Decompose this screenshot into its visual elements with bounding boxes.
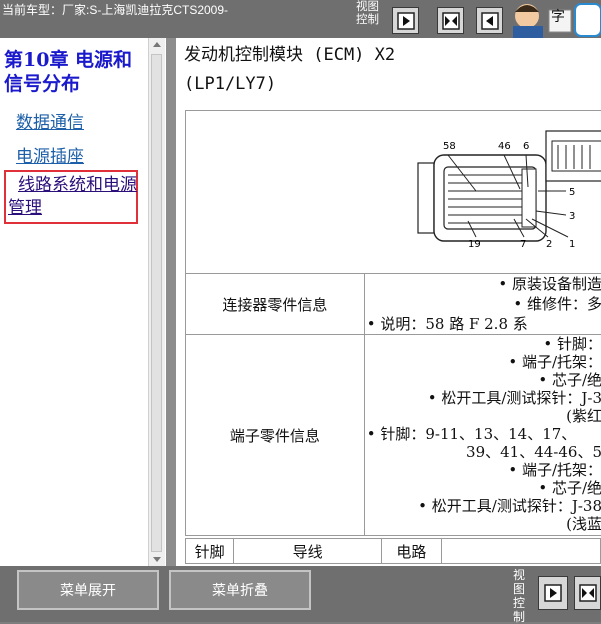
- detail-line: • 针脚：9-11、13、14、17、: [365, 425, 601, 443]
- sidebar-link-wiring-power-management[interactable]: 线路系统和电源管理: [8, 174, 142, 220]
- pin-label: 2: [546, 239, 552, 250]
- pin-label: 7: [520, 239, 526, 250]
- detail-line: • 端子/托架：: [365, 353, 601, 371]
- menu-collapse-button[interactable]: 菜单折叠: [169, 570, 311, 610]
- sidebar-selected-item[interactable]: 线路系统和电源管理: [4, 170, 138, 224]
- mascot-text: 字: [551, 6, 565, 26]
- detail-line: (浅蓝: [365, 515, 601, 533]
- pin-table-header: 针脚 导线 电路: [185, 538, 601, 564]
- scroll-down-icon[interactable]: [153, 557, 161, 562]
- detail-line: • 原装设备制造: [365, 274, 601, 294]
- pin-label: 58: [443, 141, 456, 152]
- double-arrow-icon: [578, 583, 598, 603]
- menu-expand-button[interactable]: 菜单展开: [17, 570, 159, 610]
- detail-line: (紫红: [365, 407, 601, 425]
- page-title: 发动机控制模块 (ECM) X2: [184, 40, 395, 65]
- arrow-right-icon: [396, 11, 416, 31]
- sidebar-link-power-outlet[interactable]: 电源插座: [16, 142, 84, 167]
- top-bar: 当前车型：厂家:S-上海凯迪拉克CTS2009- 视图控制 字: [0, 0, 601, 38]
- mascot-logo: 字: [505, 0, 601, 38]
- next-page-button[interactable]: [392, 7, 419, 34]
- detail-line: • 针脚：: [365, 335, 601, 353]
- column-header-circuit: 电路: [381, 539, 441, 564]
- column-header-wire: 导线: [234, 539, 382, 564]
- view-control-label: 视图控制: [356, 0, 382, 26]
- next-page-button-bottom[interactable]: [538, 576, 568, 610]
- pin-label: 3: [569, 211, 575, 222]
- sidebar-link-data-communication[interactable]: 数据通信: [16, 108, 84, 133]
- detail-line: • 端子/托架：: [365, 461, 601, 479]
- detail-line: 39、41、44-46、5: [365, 443, 601, 461]
- sidebar-scrollbar[interactable]: [148, 38, 165, 566]
- detail-line: • 维修件：多: [365, 294, 601, 314]
- detail-line: • 松开工具/测试探针：J-38: [365, 497, 601, 515]
- arrow-right-icon: [543, 583, 563, 603]
- pin-label: 5: [569, 187, 575, 198]
- bottom-bar: 菜单展开 菜单折叠 视图控制: [0, 566, 601, 622]
- detail-line: • 芯子/绝: [365, 479, 601, 497]
- connector-info-label: 连接器零件信息: [186, 274, 365, 335]
- pin-label: 6: [523, 141, 529, 152]
- sidebar: 第10章 电源和信号分布 数据通信 电源插座 线路系统和电源管理: [0, 38, 166, 566]
- double-arrow-icon: [441, 11, 461, 31]
- pin-label: 46: [498, 141, 511, 152]
- detail-line: • 说明：58 路 F 2.8 系: [365, 314, 601, 334]
- connector-info-detail: • 原装设备制造 • 维修件：多 • 说明：58 路 F 2.8 系: [364, 274, 601, 335]
- scrollbar-thumb[interactable]: [151, 54, 162, 552]
- terminal-info-detail: • 针脚： • 端子/托架： • 芯子/绝 • 松开工具/测试探针：J-3 (紫…: [364, 335, 601, 536]
- pin-label: 1: [569, 239, 575, 250]
- document-content: 发动机控制模块 (ECM) X2 (LP1/LY7): [176, 38, 601, 566]
- expand-view-button-bottom[interactable]: [574, 576, 601, 610]
- column-header-empty: [441, 539, 600, 564]
- connector-diagram: 58 46 6 5 3 1 2 7 19: [186, 111, 601, 273]
- prev-page-button[interactable]: [476, 7, 503, 34]
- connector-diagram-cell: 58 46 6 5 3 1 2 7 19: [186, 111, 601, 274]
- page-subtitle: (LP1/LY7): [184, 74, 276, 94]
- column-header-pin: 针脚: [186, 539, 234, 564]
- connector-info-table: 58 46 6 5 3 1 2 7 19 连接器零件信息 • 原装设备制造 • …: [185, 110, 601, 536]
- chapter-title: 第10章 电源和信号分布: [4, 48, 144, 96]
- terminal-info-label: 端子零件信息: [186, 335, 365, 536]
- expand-view-button[interactable]: [437, 7, 464, 34]
- view-control-label-bottom: 视图控制: [513, 568, 527, 624]
- detail-line: • 芯子/绝: [365, 371, 601, 389]
- vehicle-info: 当前车型：厂家:S-上海凯迪拉克CTS2009-: [2, 1, 228, 18]
- arrow-left-icon: [480, 11, 500, 31]
- detail-line: • 松开工具/测试探针：J-3: [365, 389, 601, 407]
- pin-label: 19: [468, 239, 481, 250]
- scroll-up-icon[interactable]: [153, 42, 161, 47]
- panel-splitter[interactable]: [166, 38, 176, 566]
